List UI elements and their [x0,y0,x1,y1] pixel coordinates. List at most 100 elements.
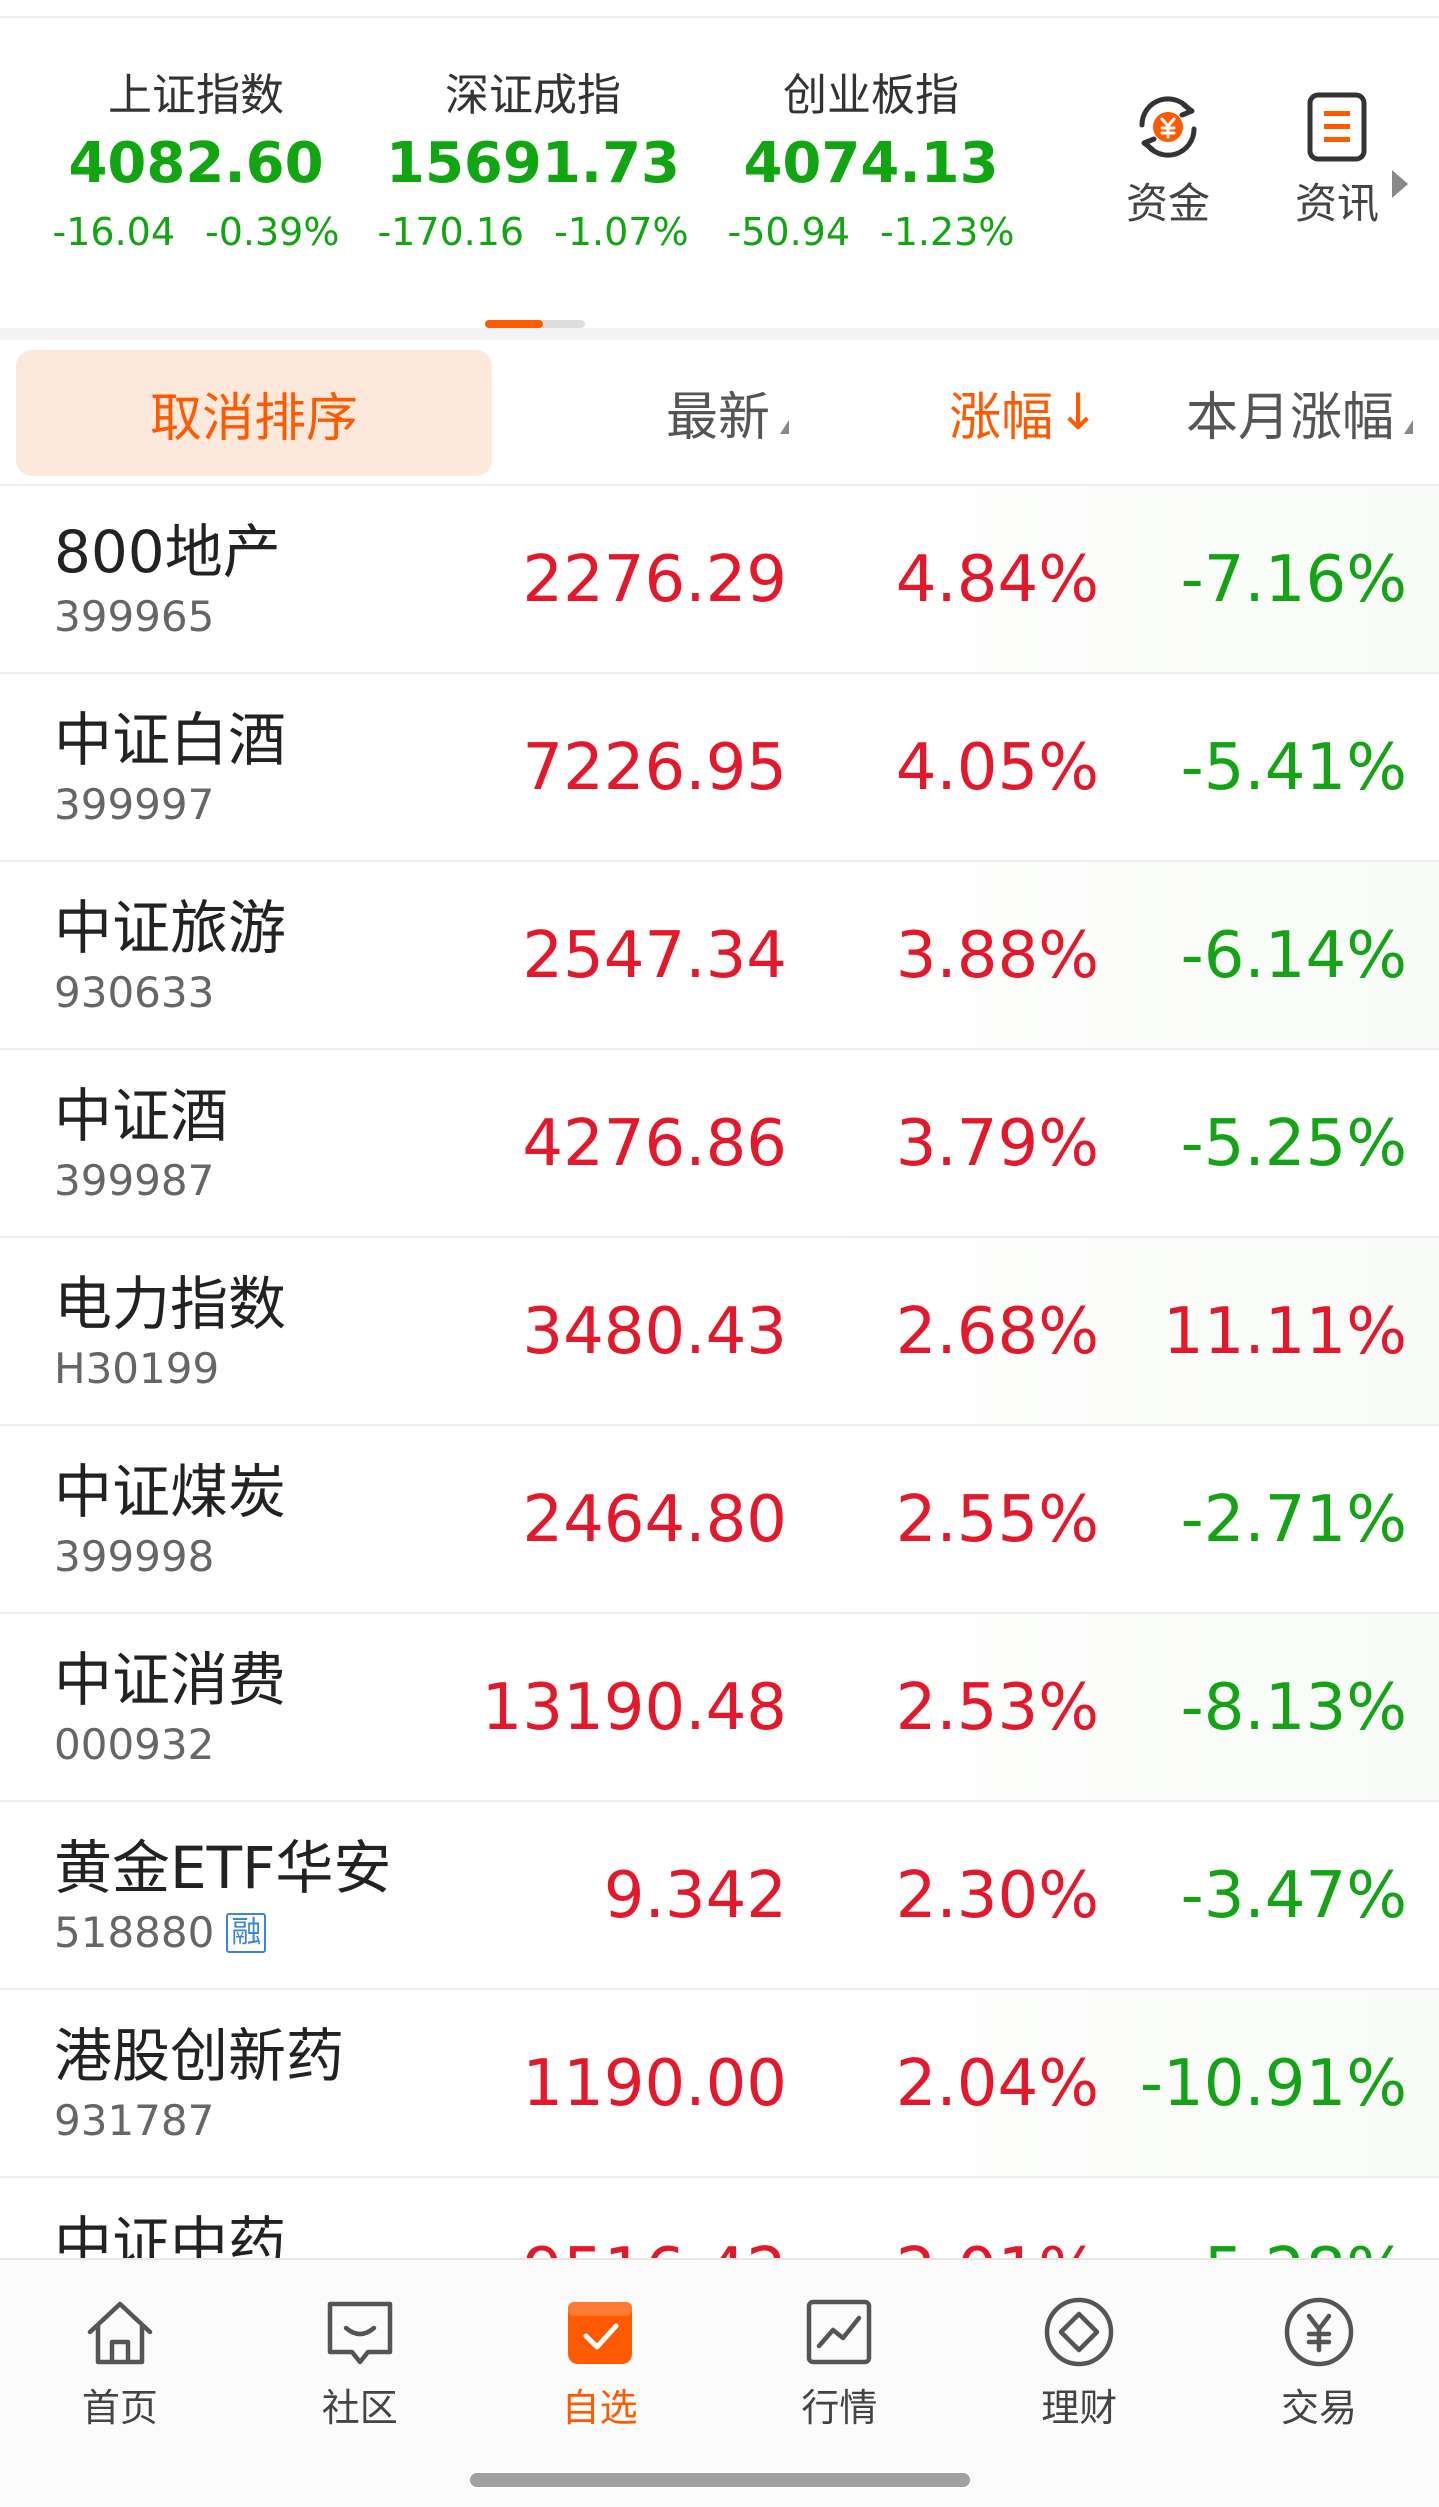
month-change-percent: -3.47% [1180,1859,1407,1933]
nav-trade[interactable]: 交易 [1199,2260,1439,2456]
index-card-shenzhen[interactable]: 深证成指 15691.73 -170.16 -1.07% [373,68,693,258]
month-change-percent: -6.14% [1180,919,1407,993]
security-code: 930633 [54,966,214,1020]
change-percent: 2.01% [896,2232,1099,2258]
month-change-percent: -5.41% [1180,731,1407,805]
watchlist-row[interactable]: 中证中药 9516.42 2.01% -5.28% [0,2176,1439,2258]
home-indicator[interactable] [470,2473,970,2487]
month-change-percent: -10.91% [1139,2047,1407,2121]
nav-community[interactable]: 社区 [240,2260,480,2456]
capital-button[interactable]: 资金 [1103,82,1233,232]
security-name: 电力指数 [54,1270,287,1338]
security-code-text: 000932 [54,1720,215,1769]
watchlist: 800地产 399965 2276.29 4.84% -7.16% 中证白酒 399997 7… [0,484,1439,2258]
nav-label: 自选 [561,2386,638,2430]
watchlist-row[interactable]: 中证煤炭 399998 2464.80 2.55% -2.71% [0,1424,1439,1612]
latest-price: 2464.80 [522,1483,787,1557]
month-change-percent: -5.25% [1180,1107,1407,1181]
security-code: 399997 [54,778,214,832]
security-code-text: 930633 [54,968,215,1017]
change-percent: 4.05% [895,731,1099,805]
index-change: -50.94 -1.23% [711,206,1031,258]
bottom-nav: 首页 社区 自选 行情 理财 交易 [0,2258,1439,2454]
sort-header: 取消排序 最新 涨幅 ↓ 本月涨幅 [0,340,1439,484]
capital-label: 资金 [1125,179,1210,228]
watchlist-row[interactable]: 电力指数 H30199 3480.43 2.68% 11.11% [0,1236,1439,1424]
month-change-percent: -5.28% [1181,2232,1407,2258]
index-change: -170.16 -1.07% [373,206,693,258]
security-code: 399987 [54,1154,214,1208]
latest-price: 4276.86 [522,1107,787,1181]
security-name: 黄金ETF华安 [54,1834,392,1902]
sort-change-header[interactable]: 涨幅 ↓ [949,340,1099,484]
watchlist-row[interactable]: 港股创新药 931787 1190.00 2.04% -10.91% [0,1988,1439,2176]
watchlist-row[interactable]: 中证白酒 399997 7226.95 4.05% -5.41% [0,672,1439,860]
home-icon [78,2290,162,2374]
index-card-shanghai[interactable]: 上证指数 4082.60 -16.04 -0.39% [36,68,356,258]
market-chart-icon [797,2290,881,2374]
news-button[interactable]: 资讯 [1272,82,1402,232]
nav-label: 行情 [801,2386,878,2430]
index-change-points: -170.16 [377,210,525,254]
security-name: 港股创新药 [54,2022,345,2090]
latest-price: 2276.29 [522,543,787,617]
trade-yuan-icon [1277,2290,1361,2374]
change-percent: 3.79% [895,1107,1099,1181]
watchlist-row[interactable]: 800地产 399965 2276.29 4.84% -7.16% [0,484,1439,672]
nav-label: 交易 [1281,2386,1358,2430]
latest-price: 2547.34 [522,919,787,993]
nav-label: 理财 [1041,2386,1118,2430]
latest-price: 7226.95 [522,731,787,805]
month-change-percent: -7.16% [1180,543,1407,617]
nav-market[interactable]: 行情 [719,2260,959,2456]
security-name: 800地产 [54,518,281,586]
nav-home[interactable]: 首页 [0,2260,240,2456]
page-indicator [485,320,585,328]
security-name: 中证中药 [54,2210,287,2258]
nav-label: 社区 [321,2386,398,2430]
sort-month-label: 本月涨幅 [1185,387,1394,448]
latest-price: 3480.43 [522,1295,787,1369]
index-change-percent: -0.39% [205,210,340,254]
security-code-text: 399965 [54,592,215,641]
security-code: 399965 [54,590,214,644]
watchlist-row[interactable]: 中证旅游 930633 2547.34 3.88% -6.14% [0,860,1439,1048]
watchlist-icon [558,2290,642,2374]
security-name: 中证酒 [54,1082,229,1150]
watchlist-row[interactable]: 黄金ETF华安 518880 融 9.342 2.30% -3.47% [0,1800,1439,1988]
change-percent: 2.53% [895,1671,1099,1745]
page-indicator-active [485,320,543,328]
latest-price: 13190.48 [481,1671,787,1745]
sort-month-header[interactable]: 本月涨幅 [1186,340,1413,484]
sort-latest-header[interactable]: 最新 [666,340,789,484]
security-name: 中证白酒 [54,706,287,774]
change-percent: 2.55% [895,1483,1099,1557]
index-change-points: -50.94 [727,210,851,254]
index-change-points: -16.04 [52,210,176,254]
index-change-percent: -1.07% [554,210,689,254]
change-percent: 3.88% [895,919,1099,993]
watchlist-row[interactable]: 中证消费 000932 13190.48 2.53% -8.13% [0,1612,1439,1800]
cancel-sort-button[interactable]: 取消排序 [16,350,492,476]
news-icon [1272,82,1402,172]
latest-price: 9.342 [603,1859,787,1933]
watchlist-row[interactable]: 中证酒 399987 4276.86 3.79% -5.25% [0,1048,1439,1236]
wealth-icon [1037,2290,1121,2374]
yuan-exchange-icon [1103,82,1233,172]
security-code-text: 931787 [54,2096,215,2145]
security-code-text: 399997 [54,780,215,829]
nav-wealth[interactable]: 理财 [959,2260,1199,2456]
security-name: 中证旅游 [54,894,287,962]
nav-watchlist[interactable]: 自选 [480,2260,720,2456]
month-change-percent: -2.71% [1180,1483,1407,1557]
section-divider [0,328,1439,340]
news-label: 资讯 [1294,179,1379,228]
security-code-text: H30199 [54,1344,220,1393]
index-name: 创业板指 [783,70,959,121]
security-name: 中证煤炭 [54,1458,287,1526]
security-code: H30199 [54,1342,219,1396]
scroll-right-arrow-icon[interactable] [1392,170,1408,198]
month-change-percent: -8.13% [1180,1671,1407,1745]
index-card-chinext[interactable]: 创业板指 4074.13 -50.94 -1.23% [711,68,1031,258]
security-code: 000932 [54,1718,214,1772]
